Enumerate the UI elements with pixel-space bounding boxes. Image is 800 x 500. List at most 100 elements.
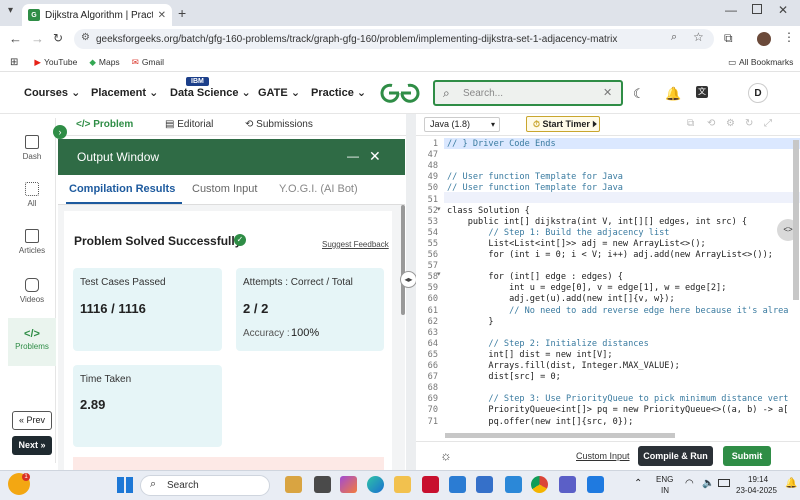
all-bookmarks-folder[interactable]: ▭ All Bookmarks [728,57,793,68]
lang-indicator-bottom[interactable]: IN [661,486,669,495]
photos-icon[interactable] [587,476,604,493]
mail-icon[interactable] [449,476,466,493]
tab-custom-input[interactable]: Custom Input [192,183,257,195]
rail-item-videos[interactable]: Videos [8,278,56,304]
mcafee-icon[interactable] [422,476,439,493]
browser-menu-icon[interactable]: ⋮ [783,30,795,44]
tab-compilation-results[interactable]: Compilation Results [69,183,175,195]
bookmark-gmail[interactable]: ✉ Gmail [132,57,164,68]
brightness-icon[interactable]: ☼ [440,448,452,463]
translate-icon[interactable]: 文 [696,86,708,98]
url-bar[interactable]: ⚙ geeksforgeeks.org/batch/gfg-160-proble… [74,29,714,49]
line-number: 54 [427,227,438,238]
nav-placement[interactable]: Placement ⌄ [91,86,158,99]
edge-icon[interactable] [367,476,384,493]
apps-grid-icon[interactable]: ⊞ [10,57,18,68]
clock-date[interactable]: 23-04-2025 [736,486,777,495]
rail-item-problems[interactable]: </> Problems [8,318,56,366]
panel-splitter[interactable] [406,114,416,470]
start-timer-button[interactable]: ⏱ Start Timer ⏵ [526,116,600,132]
prev-button[interactable]: « Prev [12,411,52,430]
line-number: 56 [427,250,438,260]
copy-icon[interactable]: ⧉ [687,118,694,129]
extensions-icon[interactable]: ⧉ [724,31,733,46]
close-window-icon[interactable]: ✕ [778,3,788,17]
zoom-icon[interactable]: ⌕ [671,31,677,44]
profile-avatar-icon[interactable] [757,32,771,46]
site-search-input[interactable]: ⌕ Search... ✕ [433,80,623,106]
editor-vscrollbar[interactable] [793,140,799,300]
new-tab-icon[interactable]: + [178,5,186,21]
taskbar-search-input[interactable]: ⌕ Search [140,475,270,496]
nav-practice[interactable]: Practice ⌄ [311,86,366,99]
refresh-icon[interactable]: ↻ [745,118,753,129]
tray-overflow-icon[interactable]: ⌃ [634,478,642,489]
windows-start-icon[interactable] [117,477,133,493]
back-arrow-icon[interactable]: ← [9,31,22,46]
battery-icon[interactable] [718,479,730,487]
fullscreen-icon[interactable]: ⤢ [764,118,772,129]
taskview-icon[interactable] [314,476,331,493]
notification-center-icon[interactable]: 🔔 [785,478,797,489]
tab-editorial[interactable]: ▤ Editorial [165,119,213,130]
code-line: PriorityQueue<int[]> pq = new PriorityQu… [447,405,789,416]
language-select[interactable]: Java (1.8) ▾ [424,117,500,132]
drag-handle-icon[interactable]: ◂▸ [400,271,417,288]
nav-data-science[interactable]: Data Science ⌄ [170,86,251,99]
clock-time[interactable]: 19:14 [748,475,768,484]
chrome-icon[interactable] [531,476,548,493]
lang-indicator-top[interactable]: ENG [656,475,673,484]
minimize-panel-icon[interactable]: — [347,149,359,163]
time-taken-card: Time Taken 2.89 [73,365,222,447]
rail-item-dash[interactable]: Dash [8,135,56,161]
wifi-icon[interactable]: ◠ [685,478,694,489]
rail-item-all[interactable]: All [8,182,56,208]
teams-icon[interactable] [559,476,576,493]
browser-tab[interactable]: G Dijkstra Algorithm | Practice | G ✕ [22,4,172,26]
store-icon[interactable] [476,476,493,493]
minimize-window-icon[interactable]: — [725,3,737,17]
suggest-feedback-link[interactable]: Suggest Feedback [322,240,389,249]
tab-search-icon[interactable]: ▾ [8,5,13,16]
test-cases-value: 1116 / 1116 [80,301,146,316]
compile-run-button[interactable]: Compile & Run [638,446,713,466]
dark-mode-icon[interactable]: ☾ [633,86,645,102]
user-avatar[interactable]: D [748,83,768,103]
tab-problem[interactable]: </> Problem [76,119,133,130]
tab-yogi-ai-bot[interactable]: Y.O.G.I. (AI Bot) [279,183,358,195]
app-icon[interactable] [285,476,302,493]
close-tab-icon[interactable]: ✕ [158,10,166,21]
forward-arrow-icon[interactable]: → [31,31,44,46]
search-icon: ⌕ [150,478,157,490]
output-tabs: Compilation Results Custom Input Y.O.G.I… [58,175,405,205]
nav-courses[interactable]: Courses ⌄ [24,86,80,99]
custom-input-link[interactable]: Custom Input [576,451,630,461]
analytics-icon[interactable] [505,476,522,493]
fold-marker-icon[interactable]: ▾ [437,205,441,213]
weather-alert-badge: 1 [22,473,30,481]
maximize-window-icon[interactable] [752,4,762,14]
settings-gear-icon[interactable]: ⚙ [726,118,735,129]
gfg-logo-icon[interactable] [378,82,422,104]
volume-icon[interactable]: 🔈 [702,478,714,489]
site-info-icon[interactable]: ⚙ [81,32,90,43]
file-explorer-icon[interactable] [394,476,411,493]
reload-icon[interactable]: ↻ [53,31,63,45]
notification-bell-icon[interactable]: 🔔 [665,86,681,102]
reset-icon[interactable]: ⟲ [707,118,715,129]
fold-marker-icon[interactable]: ▾ [437,270,441,278]
tab-submissions[interactable]: ⟲ Submissions [245,119,313,130]
rail-item-articles[interactable]: Articles [8,229,56,255]
close-panel-icon[interactable]: ✕ [369,148,381,165]
copilot-icon[interactable] [340,476,357,493]
submit-button[interactable]: Submit [723,446,771,466]
output-scrollbar[interactable] [401,205,405,315]
editor-hscrollbar[interactable] [445,433,675,438]
clear-search-icon[interactable]: ✕ [603,86,612,99]
expand-arrow-icon[interactable]: › [53,125,67,139]
nav-gate[interactable]: GATE ⌄ [258,86,300,99]
bookmark-maps[interactable]: ◆ Maps [89,57,119,68]
next-button[interactable]: Next » [12,436,52,455]
bookmark-star-icon[interactable]: ☆ [693,30,704,44]
bookmark-youtube[interactable]: ▶ YouTube [34,57,77,68]
